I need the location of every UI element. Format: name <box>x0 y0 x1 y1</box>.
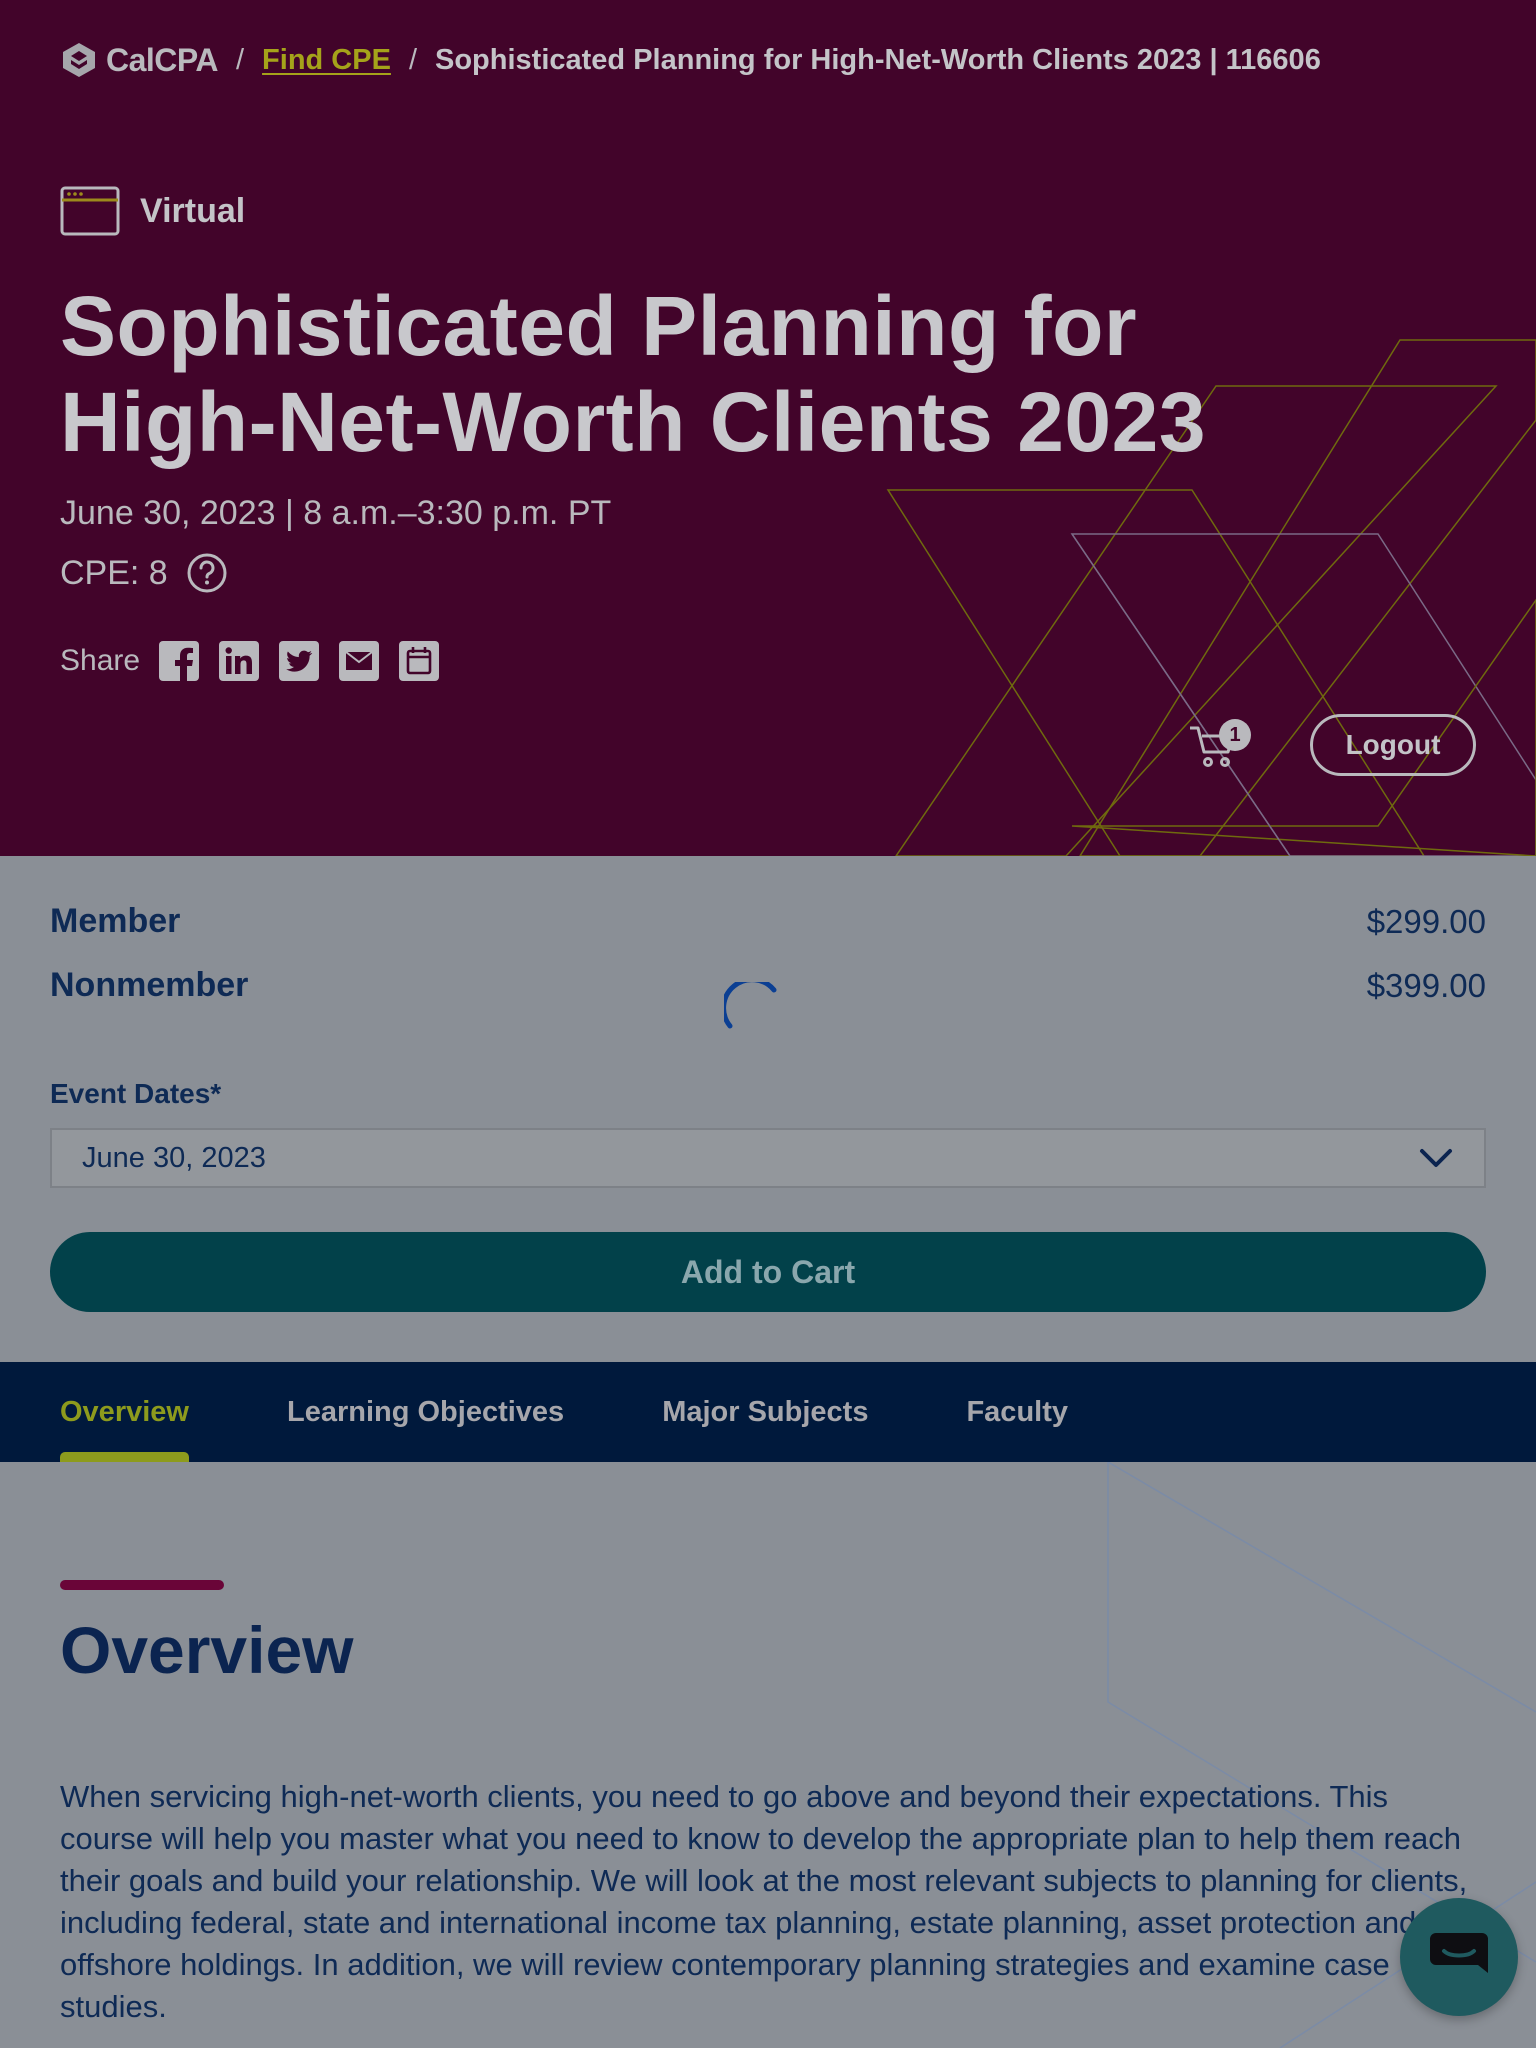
twitter-icon[interactable] <box>278 640 320 682</box>
cpe-credits: CPE: 8 <box>60 552 228 594</box>
price-value: $299.00 <box>1366 902 1486 940</box>
brand-name: CalCPA <box>106 41 218 78</box>
loading-spinner-icon <box>724 982 777 1029</box>
tab-overview[interactable]: Overview <box>60 1362 189 1462</box>
event-format: Virtual <box>60 186 245 236</box>
chat-button[interactable] <box>1400 1898 1518 2016</box>
overview-description: When servicing high-net-worth clients, y… <box>60 1779 1468 2024</box>
tab-learning-objectives[interactable]: Learning Objectives <box>287 1362 564 1462</box>
price-row-member: Member $299.00 <box>50 902 1486 941</box>
chevron-down-icon <box>1420 1149 1452 1167</box>
event-hero: CalCPA / Find CPE / Sophisticated Planni… <box>0 0 1536 856</box>
breadcrumb-current: Sophisticated Planning for High-Net-Wort… <box>435 43 1321 76</box>
event-date-time: June 30, 2023 | 8 a.m.–3:30 p.m. PT <box>60 494 612 532</box>
share-bar: Share <box>60 640 440 682</box>
event-format-label: Virtual <box>140 191 246 230</box>
overview-section: Overview When servicing high-net-worth c… <box>0 1462 1536 2048</box>
price-label: Nonmember <box>50 966 249 1004</box>
chat-bubble-icon <box>1430 1933 1488 1973</box>
event-dates-selected: June 30, 2023 <box>82 1141 266 1174</box>
breadcrumb-separator: / <box>235 43 245 76</box>
content-tabs: Overview Learning Objectives Major Subje… <box>0 1362 1536 1462</box>
price-value: $399.00 <box>1366 966 1486 1004</box>
logout-button[interactable]: Logout <box>1310 714 1476 776</box>
event-dates-label: Event Dates* <box>50 1078 222 1109</box>
calcpa-logo-icon <box>63 43 95 77</box>
calcpa-logo[interactable]: CalCPA <box>60 41 218 79</box>
event-dates-select[interactable]: June 30, 2023 <box>50 1128 1486 1188</box>
tab-major-subjects[interactable]: Major Subjects <box>662 1362 868 1462</box>
cpe-label: CPE: 8 <box>60 553 168 592</box>
share-label: Share <box>60 644 141 677</box>
calendar-icon[interactable] <box>398 640 440 682</box>
browser-window-icon <box>60 186 120 236</box>
breadcrumb-separator: / <box>408 43 417 76</box>
cart-count-badge: 1 <box>1219 719 1251 751</box>
breadcrumb-find-cpe-link[interactable]: Find CPE <box>262 44 391 77</box>
overview-accent-bar <box>60 1580 224 1590</box>
facebook-icon[interactable] <box>158 640 200 682</box>
event-title: Sophisticated Planning for High-Net-Wort… <box>60 279 1207 469</box>
overview-heading: Overview <box>60 1613 354 1687</box>
tab-faculty[interactable]: Faculty <box>966 1362 1068 1462</box>
add-to-cart-button[interactable]: Add to Cart <box>50 1232 1486 1312</box>
breadcrumb: CalCPA / Find CPE / Sophisticated Planni… <box>60 38 1321 82</box>
help-icon[interactable] <box>186 552 228 594</box>
email-icon[interactable] <box>338 640 380 682</box>
price-label: Member <box>50 902 181 940</box>
linkedin-icon[interactable] <box>218 640 260 682</box>
